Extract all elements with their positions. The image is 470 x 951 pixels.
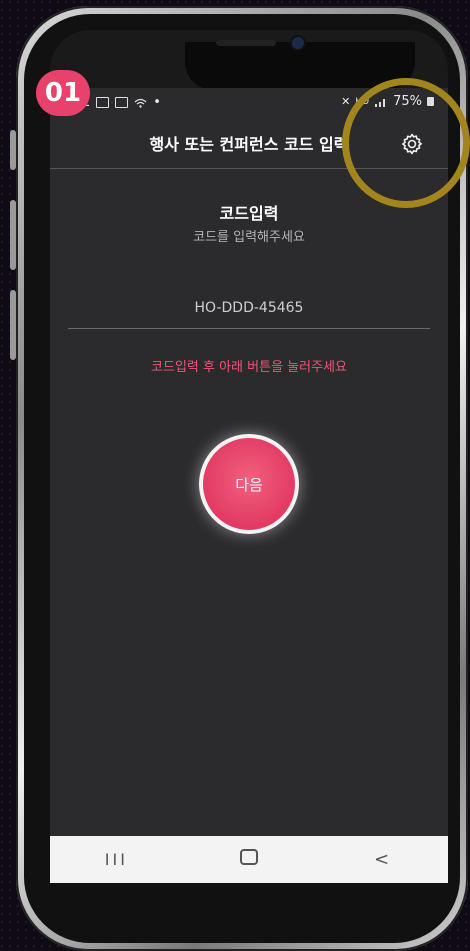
home-icon xyxy=(239,849,258,865)
recent-apps-button[interactable]: III xyxy=(86,850,146,869)
step-badge: 01 xyxy=(36,70,90,116)
phone-volume-down-button xyxy=(10,290,16,360)
wifi-icon xyxy=(134,98,147,108)
settings-highlight-ring xyxy=(342,78,470,208)
phone-volume-up-button xyxy=(10,200,16,270)
recents-icon: III xyxy=(104,850,128,869)
gallery-icon xyxy=(96,97,110,108)
app-screen: 2 • ✕ HD 75% 행사 또는 컨퍼런스 코드 입력 xyxy=(50,88,448,883)
back-icon: < xyxy=(374,849,390,870)
next-button-label: 다음 xyxy=(235,475,263,494)
status-left: 2 • xyxy=(82,95,161,110)
event-code-input[interactable]: HO-DDD-45465 xyxy=(68,288,430,329)
phone-side-button xyxy=(10,130,16,170)
phone-speaker xyxy=(216,40,276,46)
next-button[interactable]: 다음 xyxy=(199,434,299,534)
system-nav-bar: III < xyxy=(50,836,448,883)
message-icon xyxy=(115,97,129,108)
phone-camera xyxy=(292,37,304,49)
instruction-hint: 코드입력 후 아래 버튼을 눌러주세요 xyxy=(151,360,347,375)
back-button[interactable]: < xyxy=(352,849,412,870)
notification-dot-icon: • xyxy=(153,95,161,110)
mute-icon: ✕ xyxy=(341,95,351,108)
page-title: 행사 또는 컨퍼런스 코드 입력 xyxy=(149,135,349,154)
section-subtitle: 코드를 입력해주세요 xyxy=(193,230,305,245)
home-button[interactable] xyxy=(219,849,279,870)
